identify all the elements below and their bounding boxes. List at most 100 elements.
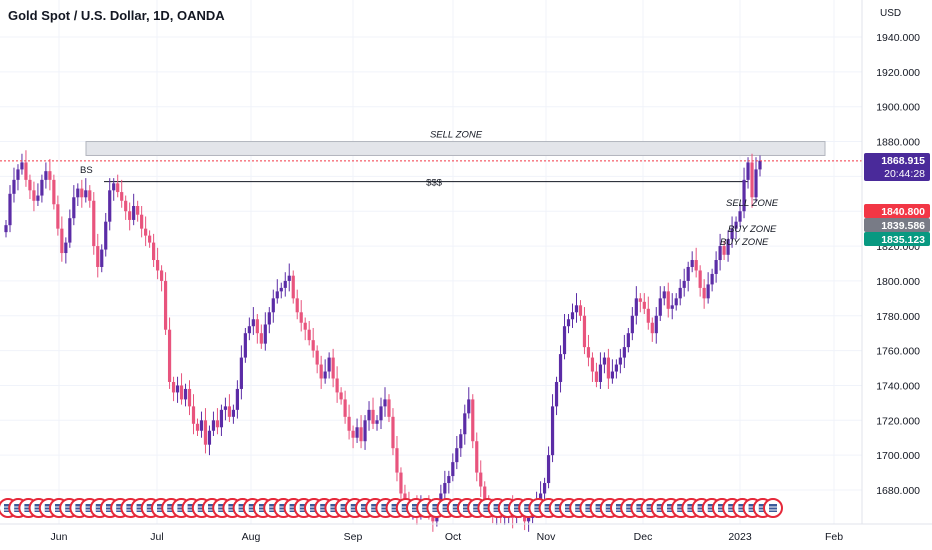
candle bbox=[339, 387, 343, 405]
candle bbox=[554, 376, 559, 416]
candle bbox=[702, 279, 706, 309]
candle bbox=[36, 183, 40, 207]
time-axis[interactable]: Jun Jul Aug Sep Oct Nov Dec 2023 Feb bbox=[0, 523, 932, 543]
candle bbox=[626, 327, 630, 353]
candle bbox=[76, 183, 80, 207]
candle bbox=[562, 314, 567, 360]
candle bbox=[307, 320, 311, 346]
price-tick-label: 1920.000 bbox=[876, 67, 920, 79]
candle bbox=[327, 352, 331, 379]
candle bbox=[163, 272, 168, 335]
level-value-1: 1840.800 bbox=[881, 206, 925, 218]
candle bbox=[666, 282, 670, 318]
candle bbox=[116, 174, 120, 198]
candle bbox=[546, 446, 551, 489]
level-value-3: 1835.123 bbox=[881, 234, 925, 246]
candle bbox=[658, 286, 662, 321]
candle bbox=[24, 150, 28, 187]
candle bbox=[570, 303, 575, 328]
candle bbox=[694, 247, 698, 278]
economic-events-row[interactable] bbox=[0, 498, 783, 518]
candle bbox=[311, 327, 315, 358]
candle bbox=[674, 293, 678, 311]
candle bbox=[602, 352, 607, 374]
candle bbox=[124, 195, 128, 220]
price-chart[interactable]: SELL ZONE $$$ BS SELL ZONE BUY ZONE BUY … bbox=[0, 0, 932, 550]
candle bbox=[463, 404, 467, 445]
candle bbox=[698, 265, 702, 297]
candle bbox=[475, 432, 479, 482]
candle bbox=[275, 279, 279, 304]
candle bbox=[367, 401, 371, 431]
candle bbox=[259, 324, 263, 349]
candle bbox=[40, 174, 44, 203]
candle bbox=[231, 404, 235, 424]
candle bbox=[710, 268, 714, 292]
candle bbox=[335, 366, 339, 403]
candle bbox=[299, 300, 303, 332]
level-value-2: 1839.586 bbox=[881, 220, 925, 232]
candle bbox=[148, 230, 152, 248]
candle bbox=[267, 307, 271, 334]
candle bbox=[351, 425, 355, 449]
candle bbox=[459, 429, 463, 457]
price-tick-label: 1900.000 bbox=[876, 102, 920, 114]
currency-label: USD bbox=[880, 8, 901, 19]
price-tick-label: 1740.000 bbox=[876, 380, 920, 392]
candle bbox=[279, 282, 283, 299]
price-axis[interactable]: USD 1940.0001920.0001900.0001880.0001860… bbox=[861, 0, 932, 524]
candle bbox=[203, 408, 208, 454]
candle bbox=[12, 167, 16, 203]
candle bbox=[104, 212, 108, 257]
candle bbox=[44, 162, 48, 189]
candle bbox=[686, 261, 690, 292]
candle bbox=[291, 270, 295, 304]
candle bbox=[654, 307, 658, 344]
candle bbox=[363, 415, 367, 450]
candle bbox=[471, 394, 475, 449]
candle bbox=[92, 192, 96, 255]
sell-zone-rectangle[interactable] bbox=[85, 141, 826, 156]
bs-label: BS bbox=[80, 165, 93, 176]
buy-zone-label-1: BUY ZONE bbox=[728, 224, 777, 235]
candle bbox=[235, 380, 239, 419]
candle bbox=[247, 317, 251, 341]
candle bbox=[319, 355, 323, 389]
time-tick-label: 2023 bbox=[728, 531, 752, 543]
last-price-value: 1868.915 bbox=[881, 155, 925, 167]
candle bbox=[303, 317, 307, 341]
candle bbox=[391, 408, 395, 456]
candle bbox=[191, 394, 196, 435]
price-tick-label: 1780.000 bbox=[876, 311, 920, 323]
candle bbox=[255, 314, 259, 344]
candle bbox=[331, 348, 335, 388]
time-tick-label: Feb bbox=[825, 531, 843, 543]
time-tick-label: Jul bbox=[150, 531, 163, 543]
candle bbox=[80, 179, 84, 208]
candle bbox=[263, 312, 267, 351]
candle bbox=[582, 307, 587, 355]
candle bbox=[379, 397, 383, 430]
candle bbox=[60, 216, 64, 262]
candle bbox=[630, 307, 634, 341]
chart-title: Gold Spot / U.S. Dollar, 1D, OANDA bbox=[8, 8, 225, 23]
candle bbox=[243, 327, 247, 363]
candle bbox=[179, 373, 184, 405]
event-flag-icon[interactable] bbox=[763, 498, 783, 518]
candle bbox=[650, 317, 654, 342]
candle bbox=[662, 286, 666, 306]
candle bbox=[574, 293, 579, 323]
candle bbox=[144, 216, 148, 247]
candle bbox=[614, 359, 618, 379]
candle bbox=[383, 387, 387, 417]
candle bbox=[343, 390, 347, 424]
price-tick-label: 1700.000 bbox=[876, 450, 920, 462]
candle bbox=[678, 279, 682, 306]
candle bbox=[84, 178, 88, 203]
sell-zone-label: SELL ZONE bbox=[430, 130, 483, 141]
candle bbox=[28, 174, 32, 200]
candle bbox=[96, 233, 100, 278]
time-tick-label: Jun bbox=[51, 531, 68, 543]
candle bbox=[714, 251, 718, 283]
candle bbox=[287, 263, 291, 292]
